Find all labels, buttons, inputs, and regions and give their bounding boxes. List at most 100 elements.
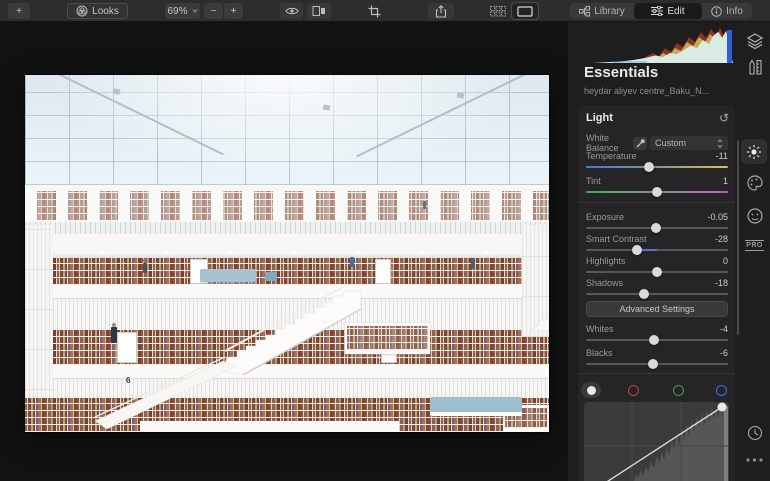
channel-luminance-button[interactable] — [581, 382, 601, 398]
layers-icon — [746, 32, 764, 50]
slider-track[interactable] — [586, 363, 728, 365]
photo-canvas[interactable]: 6 — [25, 75, 549, 432]
tab-library-label: Library — [594, 6, 625, 17]
slider-temperature: Temperature -11 — [586, 151, 728, 168]
channel-red-button[interactable] — [628, 385, 639, 396]
slider-knob[interactable] — [632, 245, 642, 255]
slider-label: Whites — [586, 324, 614, 335]
slider-shadows: Shadows-18 — [586, 278, 728, 295]
slider-blacks: Blacks-6 — [586, 348, 728, 365]
tone-curve-editor[interactable] — [584, 402, 729, 481]
slider-track[interactable] — [586, 227, 728, 229]
advanced-settings-button[interactable]: Advanced Settings — [586, 301, 728, 317]
minus-icon: − — [211, 6, 217, 17]
slider-knob[interactable] — [652, 187, 662, 197]
add-photos-button[interactable]: + — [8, 3, 30, 19]
tool-rail: PRO — [739, 22, 770, 481]
curve-channel-selector — [578, 382, 735, 400]
tab-edit[interactable]: Edit — [634, 3, 702, 19]
slider-whites: Whites -4 — [586, 324, 728, 341]
tab-essentials[interactable] — [741, 139, 767, 164]
layers-button[interactable] — [739, 32, 770, 50]
slider-label: Highlights — [586, 256, 626, 267]
slider-track[interactable] — [586, 166, 728, 168]
slider-label: Blacks — [586, 348, 613, 359]
slider-knob[interactable] — [639, 289, 649, 299]
slider-track[interactable] — [586, 271, 728, 273]
more-dots-icon — [746, 458, 763, 462]
slider-label: Exposure — [586, 212, 624, 223]
white-balance-label: White Balance — [586, 133, 633, 153]
quick-preview-button[interactable] — [280, 3, 303, 19]
slider-track[interactable] — [586, 249, 728, 251]
channel-blue-button[interactable] — [716, 385, 727, 396]
edit-tools-button[interactable] — [739, 58, 770, 77]
plus-icon: + — [231, 6, 237, 17]
grid-view-icon — [490, 6, 506, 17]
photo-staircase — [25, 75, 549, 432]
photo-floor-number: 6 — [126, 376, 130, 385]
channel-green-button[interactable] — [673, 385, 684, 396]
library-icon — [579, 6, 590, 17]
edit-sliders-icon — [651, 6, 663, 16]
white-balance-value: Custom — [655, 138, 686, 148]
single-image-view-button[interactable] — [512, 3, 538, 19]
histogram — [585, 28, 735, 63]
face-icon — [746, 207, 764, 225]
more-options-button[interactable] — [739, 458, 770, 462]
slider-label: Smart Contrast — [586, 234, 647, 245]
slider-value: -4 — [720, 324, 728, 335]
slider-label: Temperature — [586, 151, 637, 162]
slider-value: 0 — [723, 256, 728, 267]
tab-library[interactable]: Library — [570, 3, 634, 19]
slider-smart-contrast: Smart Contrast -28 — [586, 234, 728, 251]
crop-tool-button[interactable] — [362, 3, 386, 19]
slider-value: -28 — [715, 234, 728, 245]
compare-before-after-button[interactable] — [307, 3, 331, 19]
slider-track[interactable] — [586, 339, 728, 341]
slider-knob[interactable] — [649, 335, 659, 345]
tab-edit-label: Edit — [667, 6, 684, 17]
slider-value: 1 — [723, 176, 728, 187]
panel-title: Essentials — [584, 64, 658, 81]
pro-label: PRO — [745, 240, 764, 251]
sun-icon — [746, 144, 762, 160]
slider-knob[interactable] — [651, 223, 661, 233]
history-button[interactable] — [739, 425, 770, 441]
looks-button[interactable]: Looks — [67, 3, 128, 19]
photo-person — [471, 258, 475, 269]
looks-label: Looks — [92, 6, 119, 17]
gallery-view-button[interactable] — [486, 3, 510, 19]
slider-knob[interactable] — [648, 359, 658, 369]
top-toolbar: + Looks 69% − + — [0, 0, 770, 22]
slider-knob[interactable] — [644, 162, 654, 172]
tab-info[interactable]: Info — [702, 3, 752, 19]
photo-person — [143, 263, 147, 273]
slider-label: Shadows — [586, 278, 623, 289]
single-view-icon — [517, 6, 533, 17]
info-icon — [711, 6, 722, 17]
slider-knob[interactable] — [652, 267, 662, 277]
clock-icon — [747, 425, 763, 441]
looks-icon — [76, 5, 88, 17]
tab-portrait[interactable] — [739, 207, 770, 225]
slider-track[interactable] — [586, 191, 728, 193]
eyedropper-button[interactable] — [633, 137, 647, 150]
curve-point[interactable] — [718, 403, 727, 412]
reset-icon[interactable]: ↺ — [719, 113, 729, 123]
luminar-app-window: + Looks 69% − + — [0, 0, 770, 481]
zoom-level-dropdown[interactable]: 69% — [165, 3, 200, 19]
dropdown-arrows-icon — [717, 139, 723, 148]
zoom-out-button[interactable]: − — [204, 3, 223, 19]
crop-icon — [368, 5, 381, 18]
tab-professional[interactable]: PRO — [739, 240, 770, 251]
palette-icon — [746, 174, 764, 192]
slider-track[interactable] — [586, 293, 728, 295]
tab-creative[interactable] — [739, 174, 770, 192]
export-button[interactable] — [428, 3, 454, 19]
workspace-tabs: Library Edit Info — [570, 3, 752, 19]
photo-person — [350, 257, 354, 267]
white-balance-dropdown[interactable]: Custom — [650, 136, 728, 150]
zoom-in-button[interactable]: + — [224, 3, 243, 19]
slider-value: -11 — [716, 151, 728, 162]
